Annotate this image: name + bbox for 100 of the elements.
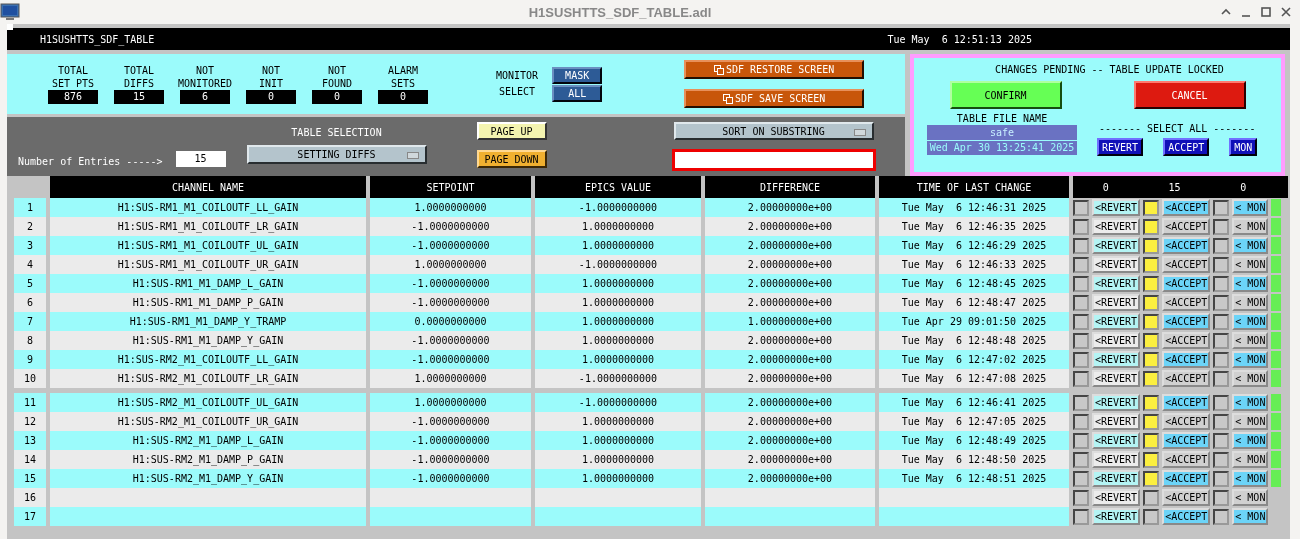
checkbox[interactable] bbox=[1213, 432, 1230, 449]
checkbox[interactable] bbox=[1143, 294, 1160, 311]
page-up-button[interactable]: PAGE UP bbox=[476, 122, 547, 140]
checkbox[interactable] bbox=[1213, 451, 1230, 468]
substring-field[interactable] bbox=[671, 149, 876, 171]
select-all-button[interactable]: REVERT bbox=[1097, 138, 1144, 156]
checkbox[interactable] bbox=[1213, 332, 1230, 349]
checkbox[interactable] bbox=[1143, 237, 1160, 254]
checkbox[interactable] bbox=[1073, 370, 1089, 387]
revert-button[interactable]: <REVERT bbox=[1092, 313, 1141, 330]
checkbox[interactable] bbox=[1213, 351, 1230, 368]
checkbox[interactable] bbox=[1213, 237, 1230, 254]
monitor-button[interactable]: < MON bbox=[1232, 199, 1269, 216]
checkbox[interactable] bbox=[1143, 256, 1160, 273]
entries-field[interactable]: 15 bbox=[175, 151, 226, 167]
checkbox[interactable] bbox=[1073, 470, 1089, 487]
checkbox[interactable] bbox=[1143, 275, 1160, 292]
revert-button[interactable]: <REVERT bbox=[1092, 351, 1141, 368]
checkbox[interactable] bbox=[1073, 332, 1089, 349]
accept-button[interactable]: <ACCEPT bbox=[1162, 370, 1211, 387]
checkbox[interactable] bbox=[1213, 394, 1230, 411]
monitor-button[interactable]: < MON bbox=[1232, 313, 1269, 330]
checkbox[interactable] bbox=[1143, 451, 1160, 468]
cancel-button[interactable]: CANCEL bbox=[1133, 81, 1246, 109]
checkbox[interactable] bbox=[1143, 394, 1160, 411]
monitor-button[interactable]: < MON bbox=[1232, 332, 1269, 349]
checkbox[interactable] bbox=[1213, 218, 1230, 235]
monitor-button[interactable]: < MON bbox=[1232, 432, 1269, 449]
monitor-button[interactable]: < MON bbox=[1232, 275, 1269, 292]
checkbox[interactable] bbox=[1213, 199, 1230, 216]
sort-dropdown[interactable]: SORT ON SUBSTRING bbox=[673, 122, 874, 140]
accept-button[interactable]: <ACCEPT bbox=[1162, 508, 1211, 525]
checkbox[interactable] bbox=[1073, 413, 1089, 430]
accept-button[interactable]: <ACCEPT bbox=[1162, 394, 1211, 411]
checkbox[interactable] bbox=[1073, 313, 1089, 330]
accept-button[interactable]: <ACCEPT bbox=[1162, 199, 1211, 216]
accept-button[interactable]: <ACCEPT bbox=[1162, 451, 1211, 468]
monitor-button[interactable]: < MON bbox=[1232, 370, 1269, 387]
checkbox[interactable] bbox=[1143, 470, 1160, 487]
checkbox[interactable] bbox=[1143, 199, 1160, 216]
checkbox[interactable] bbox=[1073, 489, 1089, 506]
revert-button[interactable]: <REVERT bbox=[1092, 294, 1141, 311]
screen-button[interactable]: SDF SAVE SCREEN bbox=[684, 89, 865, 108]
accept-button[interactable]: <ACCEPT bbox=[1162, 294, 1211, 311]
monitor-button[interactable]: < MON bbox=[1232, 351, 1269, 368]
checkbox[interactable] bbox=[1143, 370, 1160, 387]
revert-button[interactable]: <REVERT bbox=[1092, 432, 1141, 449]
revert-button[interactable]: <REVERT bbox=[1092, 218, 1141, 235]
revert-button[interactable]: <REVERT bbox=[1092, 332, 1141, 349]
revert-button[interactable]: <REVERT bbox=[1092, 370, 1141, 387]
checkbox[interactable] bbox=[1073, 237, 1089, 254]
table-selection-dropdown[interactable]: SETTING DIFFS bbox=[246, 145, 427, 164]
checkbox[interactable] bbox=[1143, 489, 1160, 506]
checkbox[interactable] bbox=[1073, 199, 1089, 216]
checkbox[interactable] bbox=[1143, 332, 1160, 349]
revert-button[interactable]: <REVERT bbox=[1092, 508, 1141, 525]
screen-button[interactable]: SDF RESTORE SCREEN bbox=[684, 60, 865, 79]
accept-button[interactable]: <ACCEPT bbox=[1162, 275, 1211, 292]
checkbox[interactable] bbox=[1213, 256, 1230, 273]
revert-button[interactable]: <REVERT bbox=[1092, 275, 1141, 292]
monitor-button[interactable]: < MON bbox=[1232, 489, 1269, 506]
accept-button[interactable]: <ACCEPT bbox=[1162, 313, 1211, 330]
checkbox[interactable] bbox=[1073, 394, 1089, 411]
accept-button[interactable]: <ACCEPT bbox=[1162, 332, 1211, 349]
page-down-button[interactable]: PAGE DOWN bbox=[476, 150, 547, 168]
checkbox[interactable] bbox=[1213, 489, 1230, 506]
monitor-button[interactable]: < MON bbox=[1232, 294, 1269, 311]
accept-button[interactable]: <ACCEPT bbox=[1162, 470, 1211, 487]
revert-button[interactable]: <REVERT bbox=[1092, 489, 1141, 506]
checkbox[interactable] bbox=[1143, 313, 1160, 330]
checkbox[interactable] bbox=[1073, 218, 1089, 235]
monitor-select-button[interactable]: MASK bbox=[552, 66, 603, 84]
close-icon[interactable] bbox=[1280, 6, 1292, 18]
revert-button[interactable]: <REVERT bbox=[1092, 256, 1141, 273]
select-all-button[interactable]: MON bbox=[1229, 138, 1258, 156]
checkbox[interactable] bbox=[1073, 451, 1089, 468]
checkbox[interactable] bbox=[1143, 432, 1160, 449]
monitor-button[interactable]: < MON bbox=[1232, 218, 1269, 235]
checkbox[interactable] bbox=[1213, 294, 1230, 311]
accept-button[interactable]: <ACCEPT bbox=[1162, 432, 1211, 449]
accept-button[interactable]: <ACCEPT bbox=[1162, 218, 1211, 235]
revert-button[interactable]: <REVERT bbox=[1092, 451, 1141, 468]
accept-button[interactable]: <ACCEPT bbox=[1162, 413, 1211, 430]
revert-button[interactable]: <REVERT bbox=[1092, 470, 1141, 487]
confirm-button[interactable]: CONFIRM bbox=[949, 81, 1062, 109]
checkbox[interactable] bbox=[1213, 370, 1230, 387]
accept-button[interactable]: <ACCEPT bbox=[1162, 489, 1211, 506]
accept-button[interactable]: <ACCEPT bbox=[1162, 351, 1211, 368]
checkbox[interactable] bbox=[1073, 294, 1089, 311]
checkbox[interactable] bbox=[1213, 275, 1230, 292]
monitor-select-button[interactable]: ALL bbox=[552, 84, 603, 102]
checkbox[interactable] bbox=[1213, 508, 1230, 525]
checkbox[interactable] bbox=[1073, 256, 1089, 273]
revert-button[interactable]: <REVERT bbox=[1092, 199, 1141, 216]
monitor-button[interactable]: < MON bbox=[1232, 256, 1269, 273]
monitor-button[interactable]: < MON bbox=[1232, 451, 1269, 468]
checkbox[interactable] bbox=[1073, 508, 1089, 525]
monitor-button[interactable]: < MON bbox=[1232, 394, 1269, 411]
checkbox[interactable] bbox=[1073, 275, 1089, 292]
monitor-button[interactable]: < MON bbox=[1232, 237, 1269, 254]
